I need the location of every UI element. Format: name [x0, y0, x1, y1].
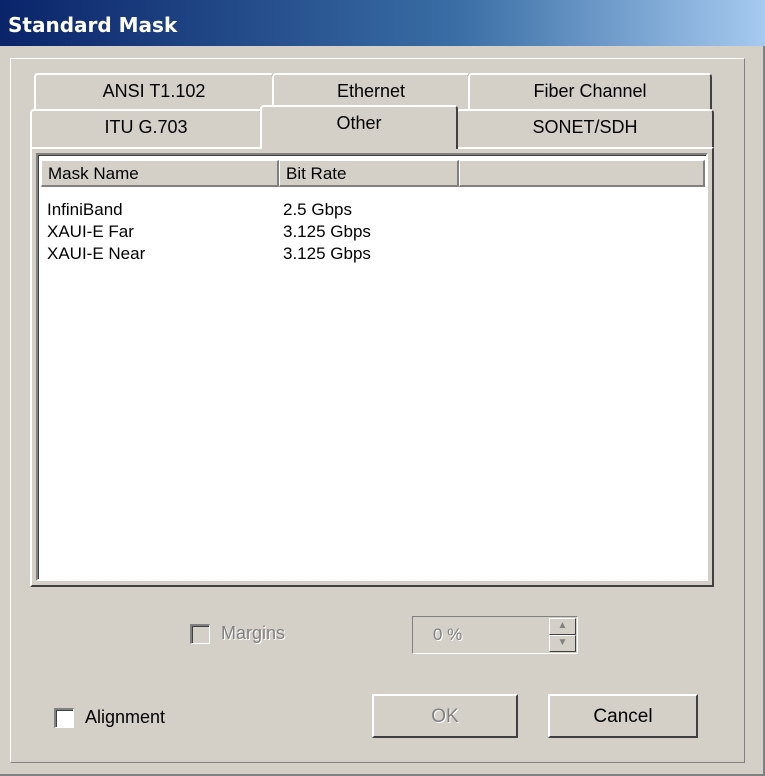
mask-name-cell: XAUI-E Far [47, 222, 134, 241]
margins-value: 0 % [433, 625, 463, 644]
tab-label: Other [336, 113, 382, 133]
tab-label: Ethernet [336, 81, 406, 101]
column-header-label: Bit Rate [286, 164, 347, 183]
tab-ansi-t1-102[interactable]: ANSI T1.102 [34, 73, 274, 111]
list-row-infiniband[interactable]: InfiniBand 2.5 Gbps [47, 200, 697, 222]
alignment-checkbox[interactable] [54, 708, 74, 728]
standard-mask-dialog: Standard Mask ANSI T1.102 Ethernet Fiber… [0, 0, 765, 776]
column-header-mask-name[interactable]: Mask Name [41, 160, 279, 187]
tab-itu-g-703[interactable]: ITU G.703 [30, 109, 262, 147]
window-title: Standard Mask [8, 13, 178, 37]
tab-label: ANSI T1.102 [102, 81, 206, 101]
column-header-empty[interactable] [459, 160, 705, 187]
tab-other[interactable]: Other [260, 105, 458, 149]
tab-label: ITU G.703 [104, 117, 188, 137]
list-row-xaui-e-near[interactable]: XAUI-E Near 3.125 Gbps [47, 244, 697, 266]
column-header-label: Mask Name [48, 164, 139, 183]
column-header-bit-rate[interactable]: Bit Rate [279, 160, 459, 187]
bit-rate-cell: 2.5 Gbps [283, 200, 352, 219]
bit-rate-cell: 3.125 Gbps [283, 222, 371, 241]
tab-fiber-channel[interactable]: Fiber Channel [468, 73, 712, 111]
ok-button[interactable]: OK [372, 694, 518, 738]
mask-name-cell: XAUI-E Near [47, 244, 146, 263]
spin-up-icon[interactable]: ▲ [549, 618, 576, 635]
margins-label: Margins [221, 623, 286, 643]
mask-list[interactable]: Mask Name Bit Rate InfiniBand 2.5 Gbps X… [36, 153, 708, 581]
title-bar[interactable]: Standard Mask [0, 0, 765, 46]
ok-button-label: OK [431, 706, 459, 727]
cancel-button[interactable]: Cancel [548, 694, 698, 738]
cancel-button-label: Cancel [593, 706, 653, 727]
alignment-label: Alignment [85, 707, 166, 727]
tab-label: Fiber Channel [533, 81, 647, 101]
mask-list-inner: Mask Name Bit Rate InfiniBand 2.5 Gbps X… [38, 155, 706, 579]
bit-rate-cell: 3.125 Gbps [283, 244, 371, 263]
tab-label: SONET/SDH [532, 117, 638, 137]
margins-spin-field[interactable]: 0 % ▲ ▼ [412, 616, 578, 654]
tab-sonet-sdh[interactable]: SONET/SDH [456, 109, 714, 147]
margins-checkbox[interactable] [190, 624, 210, 644]
list-row-xaui-e-far[interactable]: XAUI-E Far 3.125 Gbps [47, 222, 697, 244]
spin-down-icon[interactable]: ▼ [549, 635, 576, 652]
mask-name-cell: InfiniBand [47, 200, 123, 219]
